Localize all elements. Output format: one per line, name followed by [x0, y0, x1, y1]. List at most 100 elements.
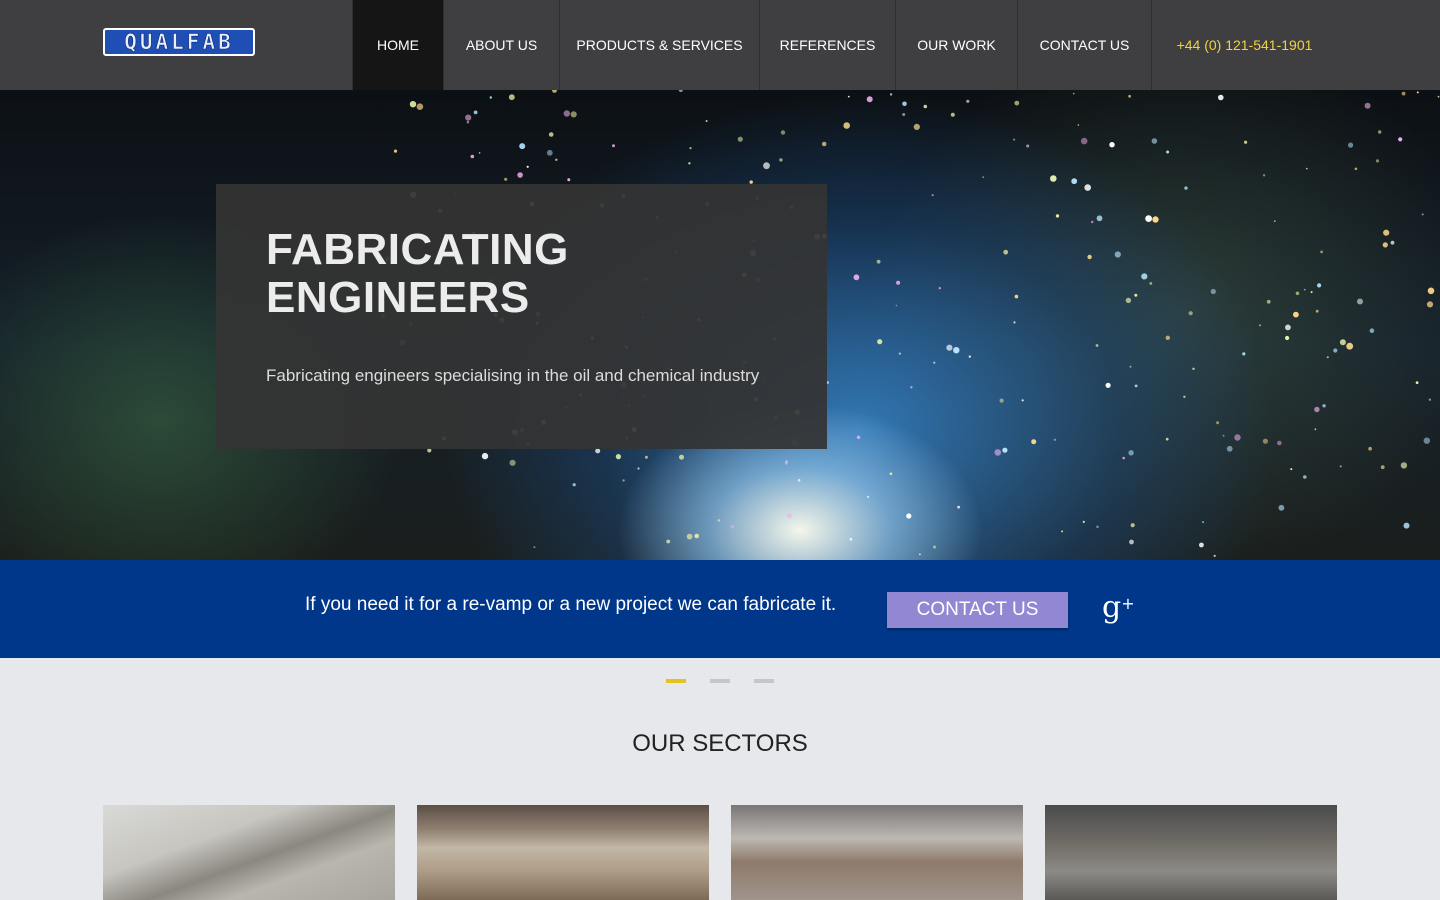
nav-phone-link[interactable]: +44 (0) 121-541-1901 [1151, 0, 1337, 90]
spark-dot [1421, 213, 1424, 216]
spark-dot [563, 110, 570, 117]
spark-dot [1216, 421, 1220, 425]
spark-dot [1128, 94, 1131, 98]
nav-home[interactable]: HOME [352, 0, 443, 90]
spark-dot [1326, 356, 1329, 359]
sectors-heading: OUR SECTORS [632, 730, 808, 757]
spark-dot [1293, 311, 1299, 318]
spark-dot [1210, 288, 1216, 295]
spark-dot [1105, 382, 1111, 388]
nav-products-services[interactable]: PRODUCTS & SERVICES [559, 0, 759, 90]
spark-dot [1262, 174, 1266, 177]
spark-dot [1380, 465, 1385, 470]
hero-title-line-1: FABRICATING [266, 225, 569, 274]
spark-dot [1303, 288, 1306, 291]
slider-dot-3[interactable] [754, 679, 774, 683]
spark-dot [1114, 251, 1121, 258]
spark-dot [856, 435, 861, 439]
spark-dot [393, 149, 398, 153]
sector-card-4[interactable] [1045, 805, 1337, 900]
spark-dot [705, 120, 708, 122]
spark-dot [1166, 150, 1170, 154]
google-plus-icon[interactable]: g+ [1102, 590, 1135, 626]
spark-dot [730, 525, 735, 529]
slider-pagination [666, 679, 774, 683]
spark-dot [784, 461, 788, 465]
spark-dot [1080, 137, 1088, 145]
spark-dot [548, 132, 554, 137]
slider-dot-2[interactable] [710, 679, 730, 683]
spark-dot [1339, 339, 1346, 346]
spark-dot [666, 539, 671, 544]
spark-dot [1295, 291, 1300, 296]
spark-dot [1145, 215, 1152, 222]
spark-dot [946, 344, 953, 351]
spark-dot [1315, 309, 1319, 313]
spark-dot [552, 90, 557, 93]
spark-dot [1199, 542, 1204, 548]
hero-caption-panel: FABRICATING ENGINEERS Fabricating engine… [216, 184, 827, 449]
spark-dot [686, 533, 693, 540]
spark-dot [1031, 439, 1037, 445]
spark-dot [1339, 465, 1342, 468]
spark-dot [957, 505, 960, 509]
spark-dot [694, 533, 699, 539]
spark-dot [1134, 293, 1138, 297]
spark-dot [481, 452, 489, 460]
spark-dot [465, 114, 472, 121]
spark-dot [572, 483, 576, 487]
spark-dot [570, 111, 577, 118]
spark-dot [999, 398, 1004, 403]
spark-dot [1072, 92, 1075, 95]
spark-dot [849, 537, 853, 541]
spark-dot [1213, 554, 1216, 557]
spark-dot [526, 165, 529, 168]
nav-about-us[interactable]: ABOUT US [443, 0, 559, 90]
spark-dot [1306, 167, 1308, 170]
spark-dot [519, 143, 526, 150]
spark-dot [1346, 342, 1354, 350]
spark-dot [1437, 95, 1440, 98]
spark-dot [1369, 328, 1375, 333]
site-header: QUALFAB HOME ABOUT US PRODUCTS & SERVICE… [0, 0, 1440, 90]
spark-dot [876, 259, 881, 264]
spark-dot [1382, 242, 1388, 248]
spark-dot [1314, 428, 1317, 431]
spark-dot [504, 177, 508, 181]
spark-dot [1013, 138, 1016, 141]
spark-dot [1400, 462, 1408, 469]
contact-us-button[interactable]: CONTACT US [887, 592, 1068, 628]
spark-dot [1426, 301, 1434, 308]
sector-card-3[interactable] [731, 805, 1023, 900]
spark-dot [1416, 91, 1419, 94]
spark-dot [797, 478, 801, 482]
spark-dot [409, 101, 417, 108]
qualfab-logo[interactable]: QUALFAB [103, 28, 255, 56]
slider-dot-1[interactable] [666, 679, 686, 683]
nav-contact-us[interactable]: CONTACT US [1017, 0, 1151, 90]
spark-dot [1320, 250, 1323, 254]
spark-dot [877, 339, 883, 345]
spark-dot [906, 513, 912, 519]
spark-dot [779, 158, 783, 162]
nav-references[interactable]: REFERENCES [759, 0, 895, 90]
spark-dot [1192, 367, 1195, 370]
spark-dot [1014, 100, 1020, 106]
spark-dot [1003, 249, 1009, 255]
spark-dot [637, 467, 640, 470]
nav-our-work[interactable]: OUR WORK [895, 0, 1017, 90]
spark-dot [1390, 240, 1395, 245]
sector-card-1[interactable] [103, 805, 395, 900]
spark-dot [895, 304, 898, 307]
spark-dot [1129, 365, 1132, 368]
spark-dot [1151, 138, 1158, 144]
spark-dot [1290, 468, 1293, 471]
spark-dot [1354, 167, 1358, 171]
sector-card-2[interactable] [417, 805, 709, 900]
spark-dot [763, 162, 770, 170]
spark-dot [1242, 352, 1246, 356]
spark-dot [1317, 283, 1322, 288]
spark-dot [1285, 335, 1290, 341]
spark-dot [919, 553, 921, 556]
spark-dot [866, 96, 873, 103]
